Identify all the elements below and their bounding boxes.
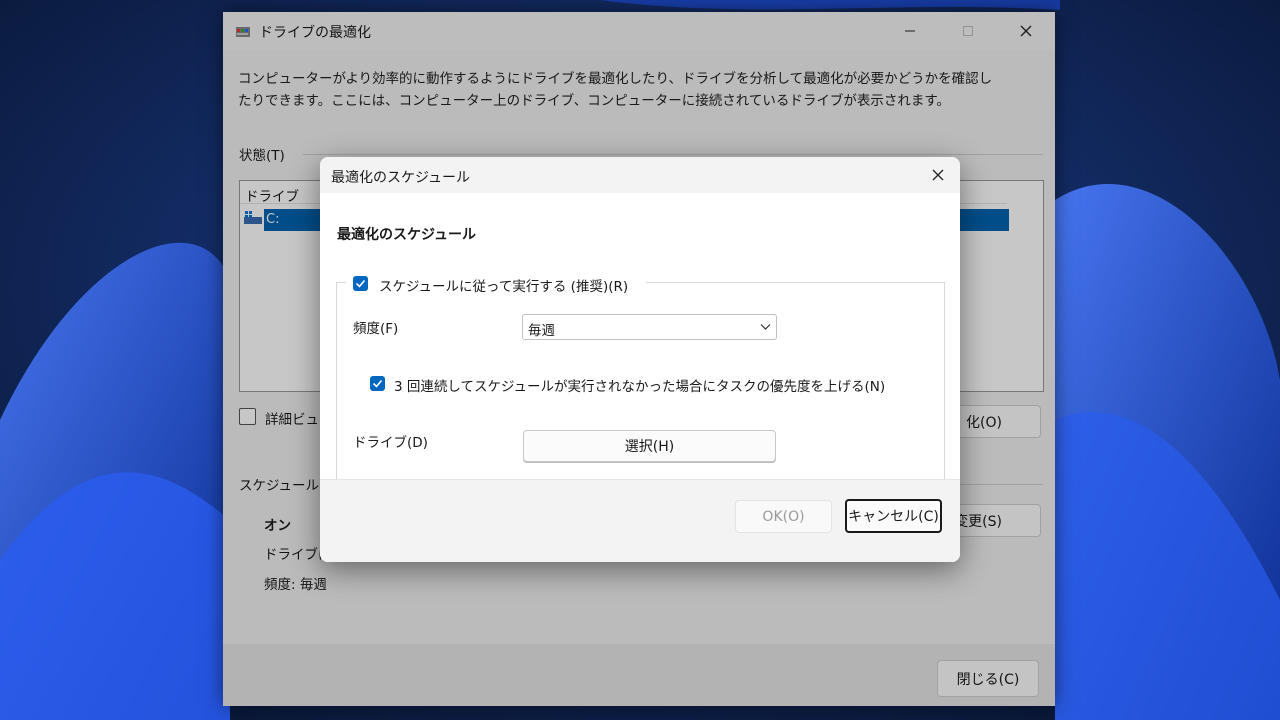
checkmark-icon bbox=[372, 379, 383, 388]
dialog-title: 最適化のスケジュール bbox=[331, 170, 471, 186]
frequency-value: 毎週 bbox=[528, 323, 555, 339]
raise-priority-checkbox[interactable] bbox=[370, 376, 385, 391]
cancel-button[interactable]: キャンセル(C) bbox=[845, 499, 942, 533]
schedule-dialog: 最適化のスケジュール 最適化のスケジュール スケジュールに従って実行する (推奨… bbox=[320, 157, 960, 562]
dialog-heading: 最適化のスケジュール bbox=[337, 227, 477, 243]
frequency-dropdown[interactable]: 毎週 bbox=[522, 314, 777, 340]
raise-priority-label[interactable]: 3 回連続してスケジュールが実行されなかった場合にタスクの優先度を上げる(N) bbox=[394, 375, 885, 395]
run-on-schedule-checkbox[interactable] bbox=[353, 276, 368, 291]
run-on-schedule-label[interactable]: スケジュールに従って実行する (推奨)(R) bbox=[379, 275, 628, 295]
dialog-close-button[interactable] bbox=[916, 157, 960, 193]
dialog-titlebar: 最適化のスケジュール bbox=[320, 157, 960, 193]
frequency-label: 頻度(F) bbox=[353, 321, 399, 337]
dialog-footer: OK(O) キャンセル(C) bbox=[320, 479, 960, 562]
drives-label: ドライブ(D) bbox=[353, 435, 428, 451]
ok-button[interactable]: OK(O) bbox=[735, 500, 832, 533]
close-icon bbox=[932, 169, 944, 181]
checkmark-icon bbox=[355, 279, 366, 288]
select-drives-button[interactable]: 選択(H) bbox=[523, 430, 776, 462]
chevron-down-icon bbox=[760, 324, 771, 330]
